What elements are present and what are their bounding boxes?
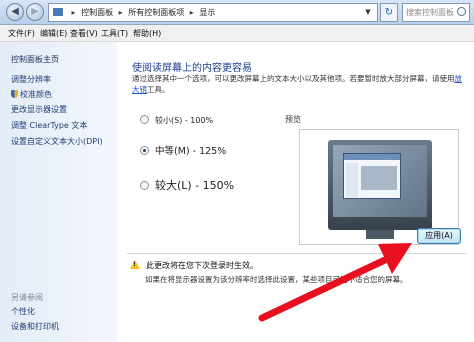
control-panel-icon [53, 8, 63, 16]
sidebar: 控制面板主页 调整分辨率 校准颜色 更改显示器设置 调整 ClearType 文… [0, 42, 117, 342]
breadcrumb-item[interactable]: 显示 [199, 8, 215, 17]
preview-label: 预览 [285, 115, 301, 124]
description-tail: 工具。 [147, 85, 170, 94]
warning-text: 此更改将在您下次登录时生效。 [146, 261, 258, 270]
radio-medium[interactable] [140, 146, 149, 155]
see-also-heading: 另请参阅 [11, 293, 43, 302]
radio-larger[interactable] [140, 181, 149, 190]
search-input[interactable]: 搜索控制面板 [402, 3, 470, 22]
chevron-down-icon[interactable]: ▼ [362, 5, 374, 20]
option-label: 中等(M) - 125% [155, 146, 227, 157]
page-description: 通过选择其中一个选项，可以更改屏幕上的文本大小以及其他项。若要暂时放大部分屏幕，… [132, 73, 467, 95]
address-bar: ◀ ▶ ▸ 控制面板 ▸ 所有控制面板项 ▸ 显示 ▼ ↻ 搜索控制面板 [0, 0, 474, 25]
sidebar-item-resolution[interactable]: 调整分辨率 [11, 74, 51, 85]
sidebar-item-devices[interactable]: 设备和打印机 [11, 321, 59, 332]
warning-message: 此更改将在您下次登录时生效。 [130, 260, 258, 271]
search-icon [457, 7, 466, 16]
description-text: 通过选择其中一个选项，可以更改屏幕上的文本大小以及其他项。若要暂时放大部分屏幕，… [132, 74, 455, 83]
forward-arrow-icon[interactable]: ▶ [26, 3, 44, 21]
menu-bar: 文件(F) 编辑(E) 查看(V) 工具(T) 帮助(H) [0, 25, 474, 42]
sidebar-item-personalize[interactable]: 个性化 [11, 306, 35, 317]
option-smaller[interactable]: 较小(S) - 100% [140, 115, 213, 126]
menu-tools[interactable]: 工具(T) [101, 28, 128, 39]
menu-file[interactable]: 文件(F) [8, 28, 35, 39]
back-arrow-icon[interactable]: ◀ [6, 3, 24, 21]
breadcrumb[interactable]: ▸ 控制面板 ▸ 所有控制面板项 ▸ 显示 [48, 3, 378, 22]
option-larger[interactable]: 较大(L) - 150% [140, 177, 234, 193]
option-label: 较小(S) - 100% [155, 116, 214, 125]
option-label: 较大(L) - 150% [155, 179, 235, 192]
breadcrumb-item[interactable]: 控制面板 [81, 8, 113, 17]
shield-icon [11, 90, 18, 98]
option-medium[interactable]: 中等(M) - 125% [140, 143, 226, 157]
menu-help[interactable]: 帮助(H) [133, 28, 161, 39]
apply-button[interactable]: 应用(A) [417, 228, 461, 244]
monitor-preview-icon [328, 140, 432, 239]
divider [127, 253, 467, 254]
breadcrumb-item[interactable]: 所有控制面板项 [128, 8, 184, 17]
sidebar-item-cleartype[interactable]: 调整 ClearType 文本 [11, 120, 87, 131]
sidebar-item-home[interactable]: 控制面板主页 [11, 54, 59, 65]
main-panel: 使阅读屏幕上的内容更容易 通过选择其中一个选项，可以更改屏幕上的文本大小以及其他… [117, 42, 474, 342]
sidebar-item-label: 校准颜色 [20, 90, 52, 99]
search-placeholder: 搜索控制面板 [406, 8, 454, 17]
menu-edit[interactable]: 编辑(E) [40, 28, 67, 39]
warning-icon [130, 260, 140, 269]
sidebar-item-display-settings[interactable]: 更改显示器设置 [11, 104, 67, 115]
sidebar-item-dpi[interactable]: 设置自定义文本大小(DPI) [11, 136, 103, 147]
sidebar-item-calibrate[interactable]: 校准颜色 [11, 89, 52, 100]
refresh-icon[interactable]: ↻ [380, 3, 398, 22]
radio-smaller[interactable] [140, 115, 149, 124]
menu-view[interactable]: 查看(V) [70, 28, 98, 39]
page-title: 使阅读屏幕上的内容更容易 [132, 63, 252, 74]
note-text: 如果在将显示器设置为该分辨率时选择此设置，某些项目可能不适合您的屏幕。 [145, 275, 408, 284]
